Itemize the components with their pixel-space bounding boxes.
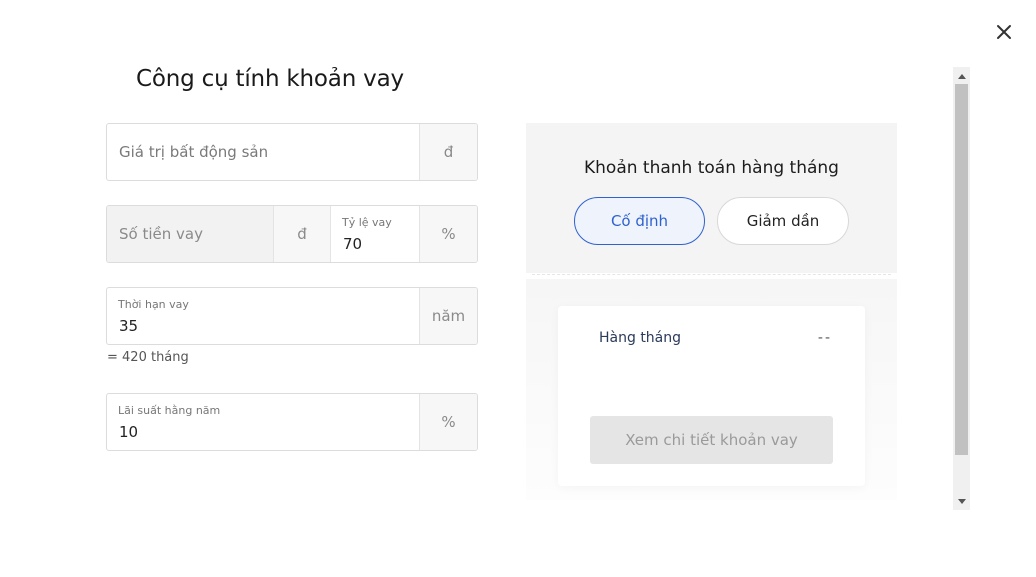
close-icon bbox=[997, 25, 1011, 39]
loan-term-months-note: = 420 tháng bbox=[107, 350, 189, 365]
interest-rate-value: 10 bbox=[119, 423, 139, 441]
payment-summary-section: Hàng tháng -- Xem chi tiết khoản vay bbox=[526, 279, 897, 500]
loan-term-field[interactable]: Thời hạn vay 35 năm bbox=[106, 287, 478, 345]
loan-term-unit: năm bbox=[419, 288, 477, 344]
loan-amount-row: Số tiền vay đ Tỷ lệ vay 70 % bbox=[106, 205, 478, 263]
interest-rate-field[interactable]: Lãi suất hằng năm 10 % bbox=[106, 393, 478, 451]
loan-term-value: 35 bbox=[119, 317, 139, 335]
monthly-label: Hàng tháng bbox=[599, 330, 682, 346]
decreasing-payment-option[interactable]: Giảm dần bbox=[717, 197, 849, 245]
loan-term-label: Thời hạn vay bbox=[118, 298, 189, 311]
property-value-input[interactable]: Giá trị bất động sản bbox=[107, 124, 419, 180]
loan-ratio-value: 70 bbox=[343, 235, 363, 253]
result-heading: Khoản thanh toán hàng tháng bbox=[584, 158, 839, 178]
scrollbar-thumb[interactable] bbox=[955, 84, 968, 455]
loan-ratio-label: Tỷ lệ vay bbox=[342, 216, 392, 229]
loan-amount-input[interactable]: Số tiền vay bbox=[107, 206, 273, 262]
fixed-payment-option[interactable]: Cố định bbox=[574, 197, 705, 245]
monthly-value: -- bbox=[817, 330, 832, 346]
dashed-divider bbox=[532, 274, 891, 275]
loan-ratio-input[interactable]: Tỷ lệ vay 70 bbox=[331, 206, 419, 262]
scroll-down-icon[interactable] bbox=[953, 493, 970, 510]
scrollbar[interactable] bbox=[953, 67, 970, 510]
loan-amount-placeholder: Số tiền vay bbox=[119, 225, 203, 243]
view-loan-details-button[interactable]: Xem chi tiết khoản vay bbox=[590, 416, 833, 464]
dialog-title: Công cụ tính khoản vay bbox=[136, 66, 404, 92]
monthly-payment-card: Hàng tháng -- Xem chi tiết khoản vay bbox=[558, 306, 865, 486]
loan-ratio-unit: % bbox=[419, 206, 477, 262]
loan-term-input[interactable]: Thời hạn vay 35 bbox=[107, 288, 419, 344]
loan-amount-unit: đ bbox=[273, 206, 331, 262]
currency-unit: đ bbox=[419, 124, 477, 180]
close-button[interactable] bbox=[994, 22, 1014, 42]
property-value-placeholder: Giá trị bất động sản bbox=[119, 143, 269, 161]
scroll-up-icon[interactable] bbox=[953, 67, 970, 84]
payment-type-section: Khoản thanh toán hàng tháng Cố định Giảm… bbox=[526, 123, 897, 273]
interest-rate-unit: % bbox=[419, 394, 477, 450]
property-value-field[interactable]: Giá trị bất động sản đ bbox=[106, 123, 478, 181]
interest-rate-input[interactable]: Lãi suất hằng năm 10 bbox=[107, 394, 419, 450]
result-panel: Khoản thanh toán hàng tháng Cố định Giảm… bbox=[526, 123, 897, 500]
interest-rate-label: Lãi suất hằng năm bbox=[118, 404, 221, 417]
